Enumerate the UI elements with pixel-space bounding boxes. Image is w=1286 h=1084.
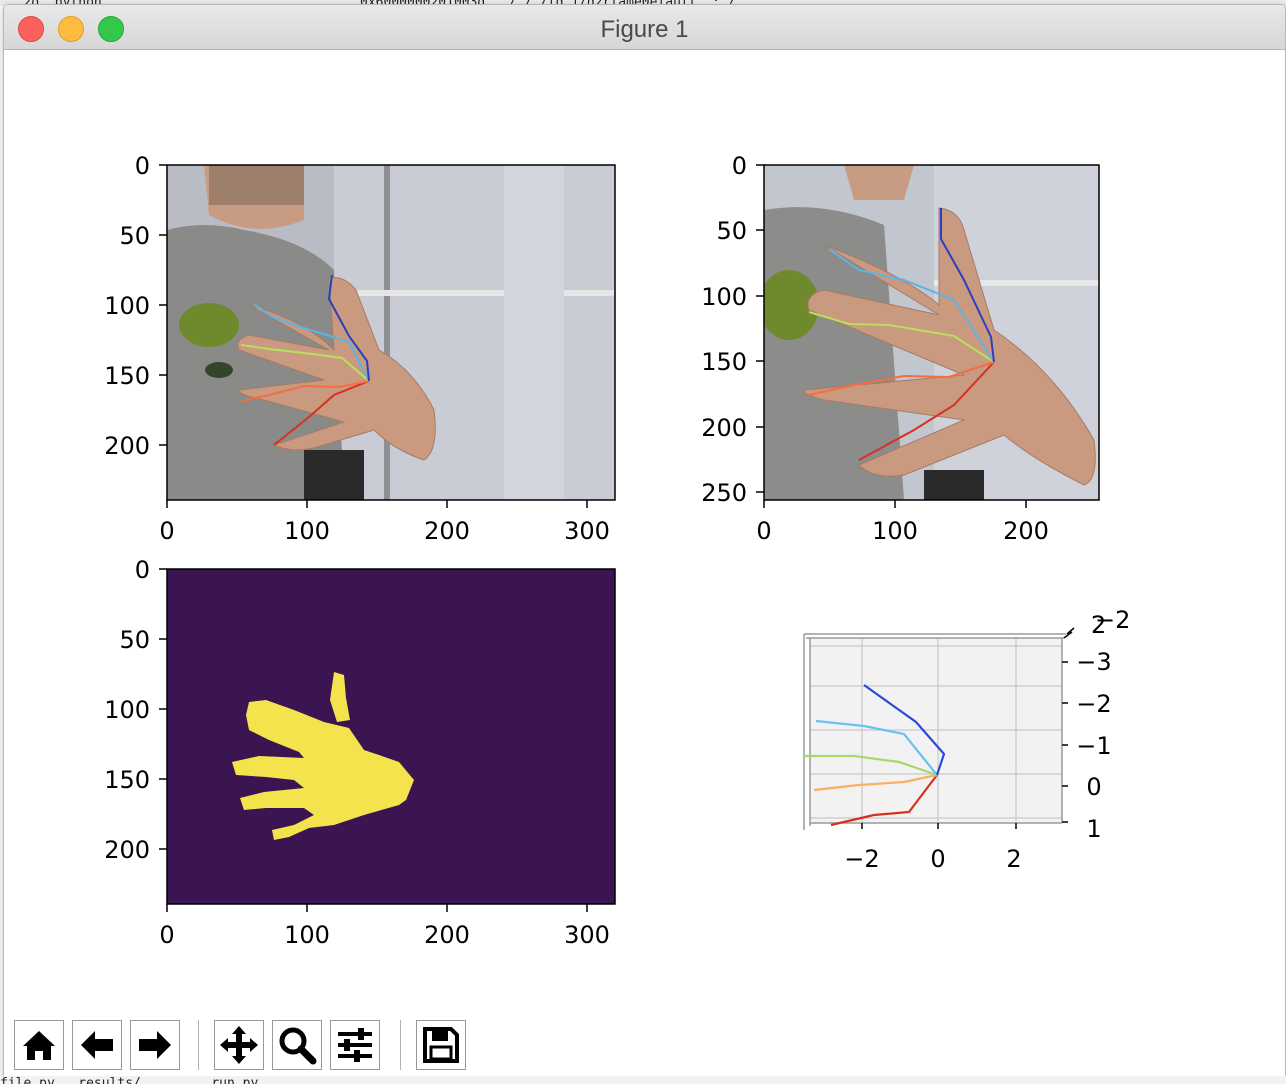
y-tick-label: 100: [104, 292, 150, 320]
home-button[interactable]: [14, 1020, 64, 1070]
x-tick-label: 100: [284, 921, 330, 949]
move-icon: [220, 1026, 258, 1064]
magnifier-icon: [279, 1027, 317, 1065]
y-tick-label: 200: [701, 414, 747, 442]
figure-window: Figure 1 0 100 200 300 0 50 100 150 200 …: [3, 4, 1286, 1080]
y-tick-label: 0: [135, 556, 150, 584]
title-bar[interactable]: Figure 1: [4, 5, 1285, 50]
floppy-disk-icon: [423, 1027, 459, 1063]
y-tick-label: 100: [701, 283, 747, 311]
x-tick-label: 200: [424, 517, 470, 545]
z-tick-label: −2: [1095, 606, 1130, 634]
x-tick-label: 0: [159, 517, 174, 545]
y-tick-label: 150: [701, 348, 747, 376]
y-tick-label: 1: [1086, 815, 1101, 843]
toolbar-separator: [198, 1020, 199, 1070]
x-tick-label: 200: [424, 921, 470, 949]
x-tick-label: 300: [564, 517, 610, 545]
configure-subplots-button[interactable]: [330, 1020, 380, 1070]
back-button[interactable]: [72, 1020, 122, 1070]
y-tick-label: −3: [1076, 648, 1111, 676]
x-tick-label: 100: [872, 517, 918, 545]
y-tick-label: −1: [1076, 732, 1111, 760]
y-tick-label: 0: [135, 152, 150, 180]
save-button[interactable]: [416, 1020, 466, 1070]
subplot-camera-frame[interactable]: 0 100 200 300 0 50 100 150 200: [104, 152, 616, 545]
x-tick-label: 100: [284, 517, 330, 545]
mask-background: [167, 569, 615, 904]
y-tick-label: −2: [1076, 690, 1111, 718]
x-tick-label: 0: [930, 845, 945, 873]
y-tick-label: 50: [119, 222, 150, 250]
toolbar-separator: [400, 1020, 401, 1070]
y-tick-label: 100: [104, 696, 150, 724]
y-tick-label: 0: [732, 152, 747, 180]
x-tick-label: 0: [756, 517, 771, 545]
subplot-hand-crop[interactable]: 0 100 200 0 50 100 150 200 250: [701, 152, 1100, 545]
y-tick-label: 50: [716, 217, 747, 245]
x-tick-label: 200: [1003, 517, 1049, 545]
back-arrow-icon: [81, 1031, 113, 1059]
zoom-button[interactable]: [272, 1020, 322, 1070]
forward-button[interactable]: [130, 1020, 180, 1070]
y-tick-label: 250: [701, 479, 747, 507]
subplot-3d-skeleton[interactable]: −2 0 2 −3 −2 −1 0 1 2 −2: [803, 606, 1130, 873]
y-tick-label: 150: [104, 766, 150, 794]
x-tick-label: 0: [159, 921, 174, 949]
home-icon: [23, 1031, 55, 1060]
x-tick-label: −2: [844, 845, 879, 873]
y-tick-label: 200: [104, 432, 150, 460]
y-tick-label: 200: [104, 836, 150, 864]
y-tick-label: 50: [119, 626, 150, 654]
subplot-segmentation-mask[interactable]: 0 100 200 300 0 50 100 150 200: [104, 556, 616, 949]
pan-button[interactable]: [214, 1020, 264, 1070]
window-title: Figure 1: [600, 16, 689, 43]
y-tick-label: 150: [104, 362, 150, 390]
background-terminal-bottom: file.py results/ run.py: [0, 1076, 1286, 1084]
camera-image: [167, 165, 615, 500]
sliders-icon: [338, 1028, 372, 1062]
x-tick-label: 2: [1006, 845, 1021, 873]
figure-canvas[interactable]: 0 100 200 300 0 50 100 150 200 0 100 200…: [4, 50, 1285, 1005]
forward-arrow-icon: [139, 1031, 171, 1059]
navigation-toolbar: [4, 1010, 1285, 1078]
y-tick-label: 0: [1086, 773, 1101, 801]
x-tick-label: 300: [564, 921, 610, 949]
